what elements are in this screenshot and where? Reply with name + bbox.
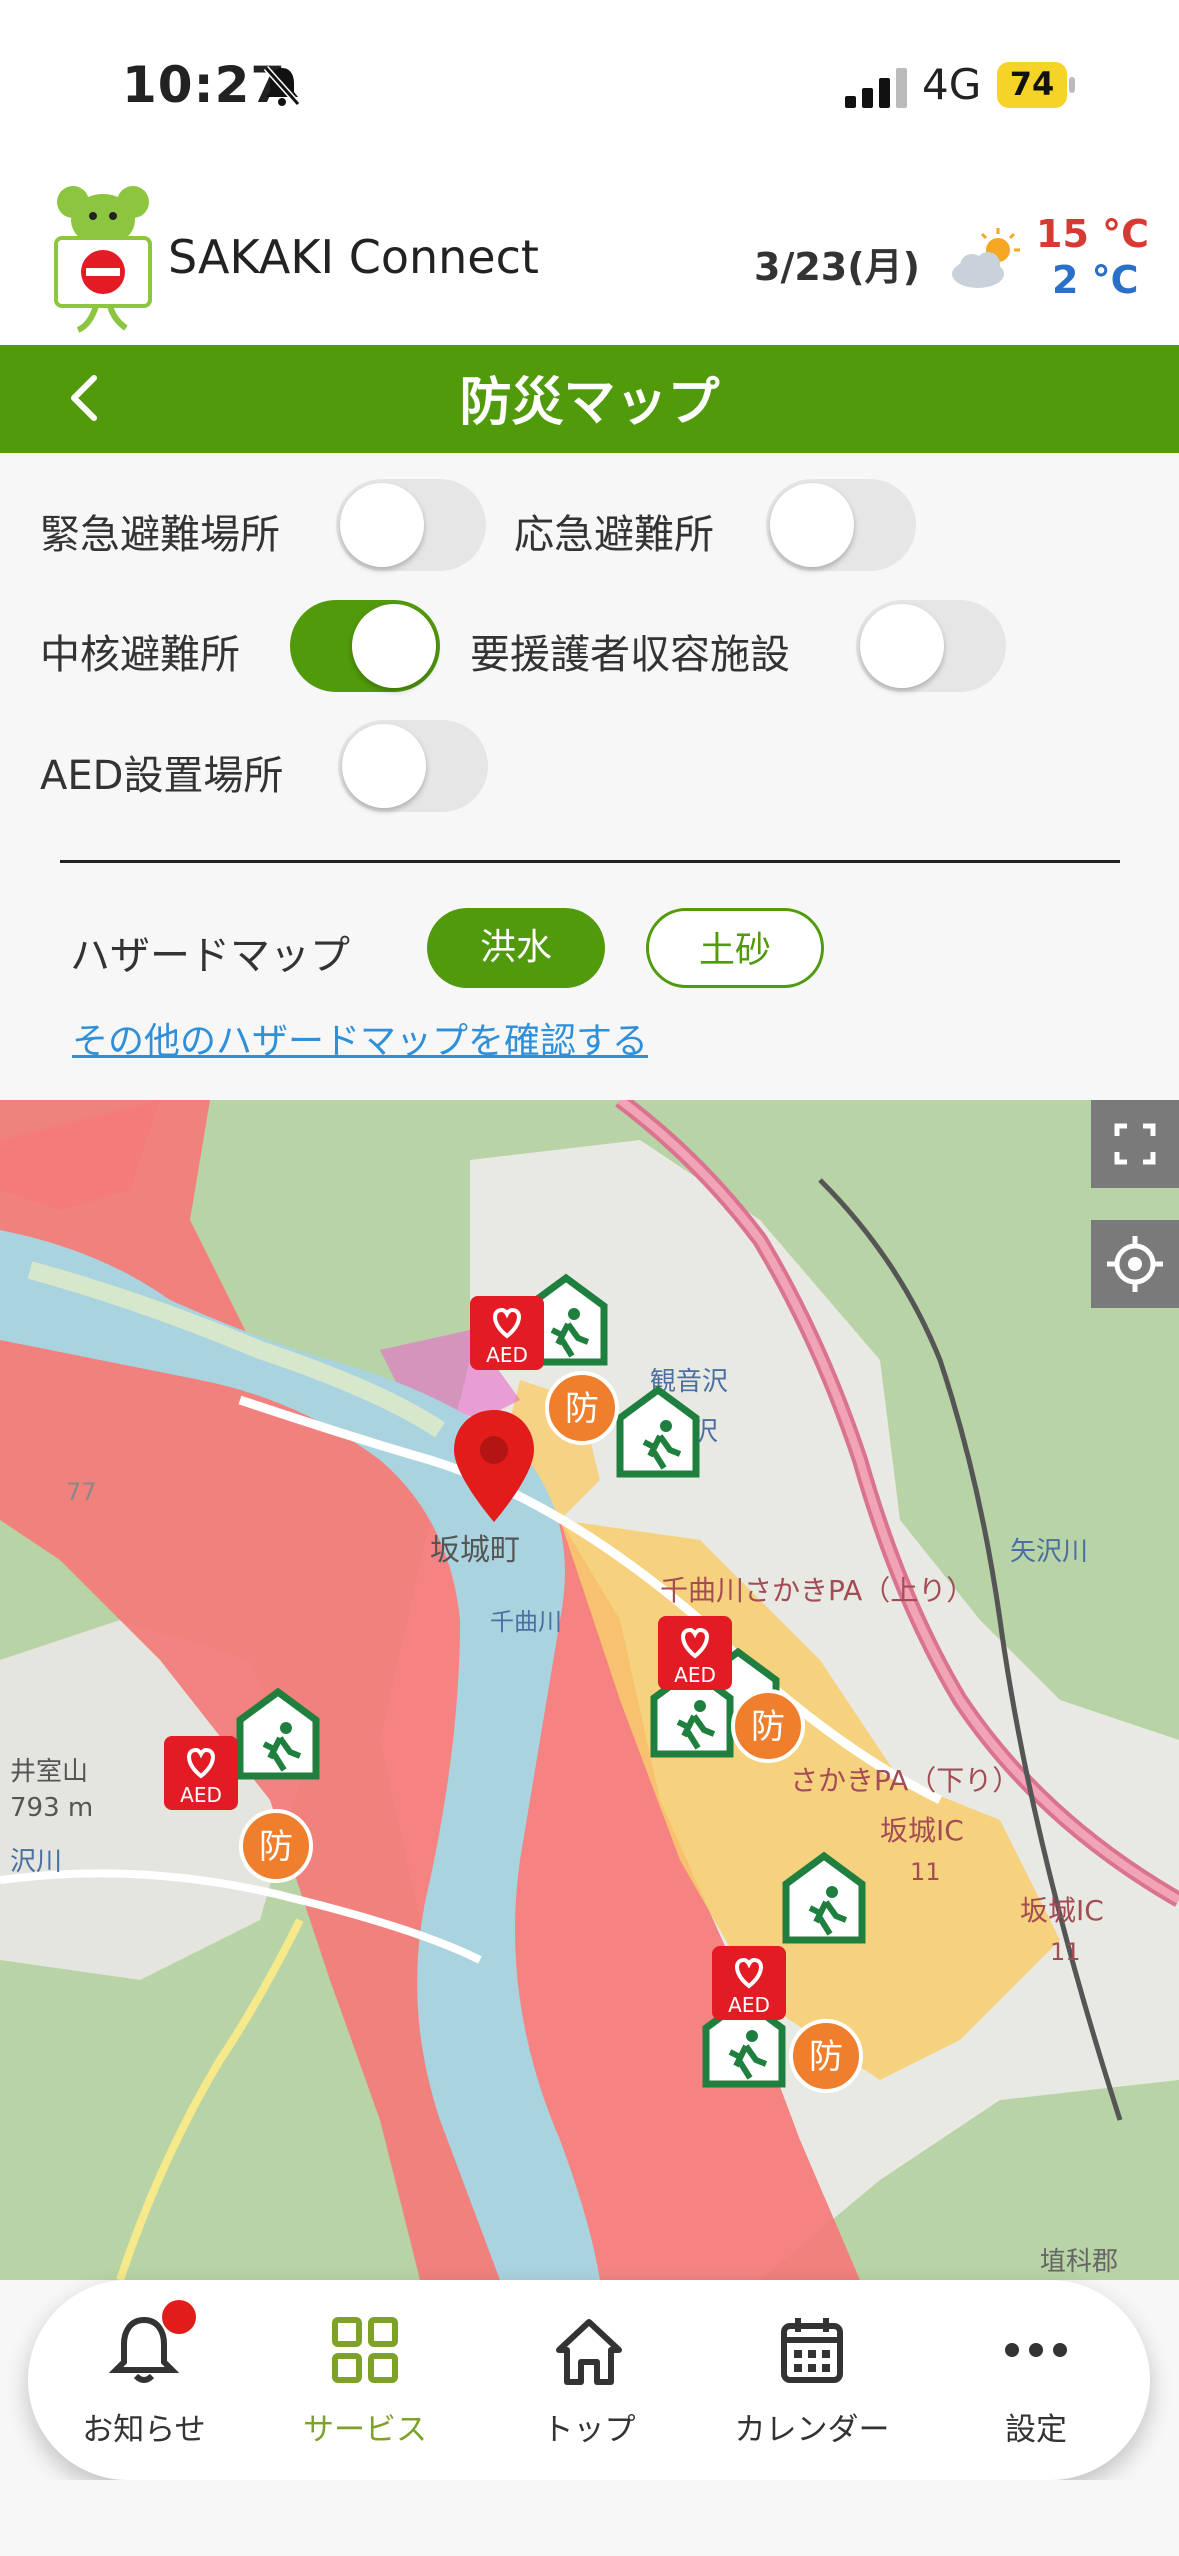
svg-text:AED: AED	[486, 1343, 528, 1367]
label-hanishina: 埴科郡	[1040, 2247, 1118, 2277]
grid-icon	[332, 2317, 398, 2383]
label-elevation: 793 m	[10, 1793, 93, 1823]
calendar-icon	[781, 2318, 843, 2383]
app-name: SAKAKI Connect	[168, 230, 539, 284]
nav-label-notifications: お知らせ	[82, 2412, 206, 2448]
toggle-aed[interactable]	[338, 720, 488, 812]
svg-text:防: 防	[751, 1707, 785, 1747]
filter-label-emergency-site: 緊急避難場所	[40, 512, 280, 558]
label-num77: 77	[66, 1478, 97, 1506]
notification-badge	[162, 2300, 196, 2334]
mascot-logo[interactable]	[48, 180, 158, 340]
nav-label-calendar: カレンダー	[734, 2412, 890, 2448]
svg-text:防: 防	[259, 1827, 293, 1867]
svg-text:AED: AED	[674, 1663, 716, 1687]
page-title: 防災マップ	[459, 373, 720, 433]
disaster-prevention-marker[interactable]: 防	[545, 1371, 619, 1445]
svg-text:AED: AED	[180, 1783, 222, 1807]
nav-item-top[interactable]: トップ	[489, 2310, 689, 2460]
landslide-button[interactable]: 土砂	[646, 908, 824, 988]
temp-low: 2 °C	[1052, 258, 1139, 302]
bell-slash-icon	[263, 66, 301, 106]
toggle-core-shelter[interactable]	[290, 600, 440, 692]
label-pa-down: さかきPA（下り）	[790, 1764, 1020, 1797]
label-mountain: 井室山	[10, 1757, 88, 1787]
map-canvas[interactable]: 観音沢 坂外沢 坂城町 千曲川 千曲川さかきPA（上り） さかきPA（下り） 坂…	[0, 1100, 1179, 2280]
label-sakaki-town: 坂城町	[430, 1533, 520, 1568]
aed-marker[interactable]: AED	[658, 1616, 732, 1690]
nav-item-calendar[interactable]: カレンダー	[712, 2310, 912, 2460]
nav-label-settings: 設定	[1005, 2412, 1067, 2448]
battery-icon: 74	[997, 62, 1077, 108]
fullscreen-icon	[1114, 1123, 1156, 1165]
label-ic-2: 坂城IC	[1020, 1894, 1104, 1927]
label-pa-up: 千曲川さかきPA（上り）	[660, 1574, 974, 1607]
svg-text:AED: AED	[728, 1993, 770, 2017]
svg-text:防: 防	[565, 1389, 599, 1429]
toggle-care-facility[interactable]	[856, 600, 1006, 692]
aed-marker[interactable]: AED	[470, 1296, 544, 1370]
filter-label-aed: AED設置場所	[40, 753, 284, 799]
nav-label-services: サービス	[303, 2412, 427, 2448]
label-yazawa: 矢沢川	[1010, 1537, 1088, 1567]
label-river-west: 沢川	[10, 1847, 62, 1877]
current-location-button[interactable]	[1091, 1220, 1179, 1308]
crosshair-icon	[1107, 1236, 1163, 1292]
hazard-map[interactable]: 観音沢 坂外沢 坂城町 千曲川 千曲川さかきPA（上り） さかきPA（下り） 坂…	[0, 1100, 1179, 2280]
toggle-temporary-shelter[interactable]	[766, 479, 916, 571]
home-icon	[556, 2319, 622, 2385]
hazard-map-label: ハザードマップ	[70, 933, 350, 979]
label-ic-no-2: 11	[1050, 1938, 1081, 1966]
filter-label-core-shelter: 中核避難所	[40, 632, 240, 678]
filter-label-temporary-shelter: 応急避難所	[514, 512, 714, 558]
label-ic-no-1: 11	[910, 1858, 941, 1886]
disaster-prevention-marker[interactable]: 防	[789, 2019, 863, 2093]
other-hazard-maps-link[interactable]: その他のハザードマップを確認する	[72, 1012, 648, 1064]
flood-button[interactable]: 洪水	[427, 908, 605, 988]
battery-level: 74	[1009, 65, 1055, 103]
divider	[60, 860, 1120, 863]
filter-label-care-facility: 要援護者収容施設	[470, 632, 790, 678]
label-chikumagawa: 千曲川	[490, 1608, 562, 1636]
aed-marker[interactable]: AED	[164, 1736, 238, 1810]
nav-label-top: トップ	[542, 2412, 636, 2448]
nav-item-services[interactable]: サービス	[265, 2310, 465, 2460]
svg-text:防: 防	[809, 2037, 843, 2077]
partly-cloudy-icon	[952, 228, 1020, 288]
home-indicator-area	[0, 2480, 1179, 2556]
network-type: 4G	[922, 60, 982, 109]
aed-marker[interactable]: AED	[712, 1946, 786, 2020]
header-date: 3/23(月)	[754, 245, 920, 289]
signal-icon	[845, 68, 907, 108]
disaster-prevention-marker[interactable]: 防	[239, 1809, 313, 1883]
nav-item-settings[interactable]: 設定	[936, 2310, 1136, 2460]
more-icon	[1005, 2343, 1067, 2357]
disaster-prevention-marker[interactable]: 防	[731, 1689, 805, 1763]
fullscreen-button[interactable]	[1091, 1100, 1179, 1188]
temp-high: 15 °C	[1036, 212, 1149, 256]
nav-item-notifications[interactable]: お知らせ	[44, 2300, 244, 2460]
toggle-emergency-site[interactable]	[336, 479, 486, 571]
label-ic-1: 坂城IC	[880, 1814, 964, 1847]
